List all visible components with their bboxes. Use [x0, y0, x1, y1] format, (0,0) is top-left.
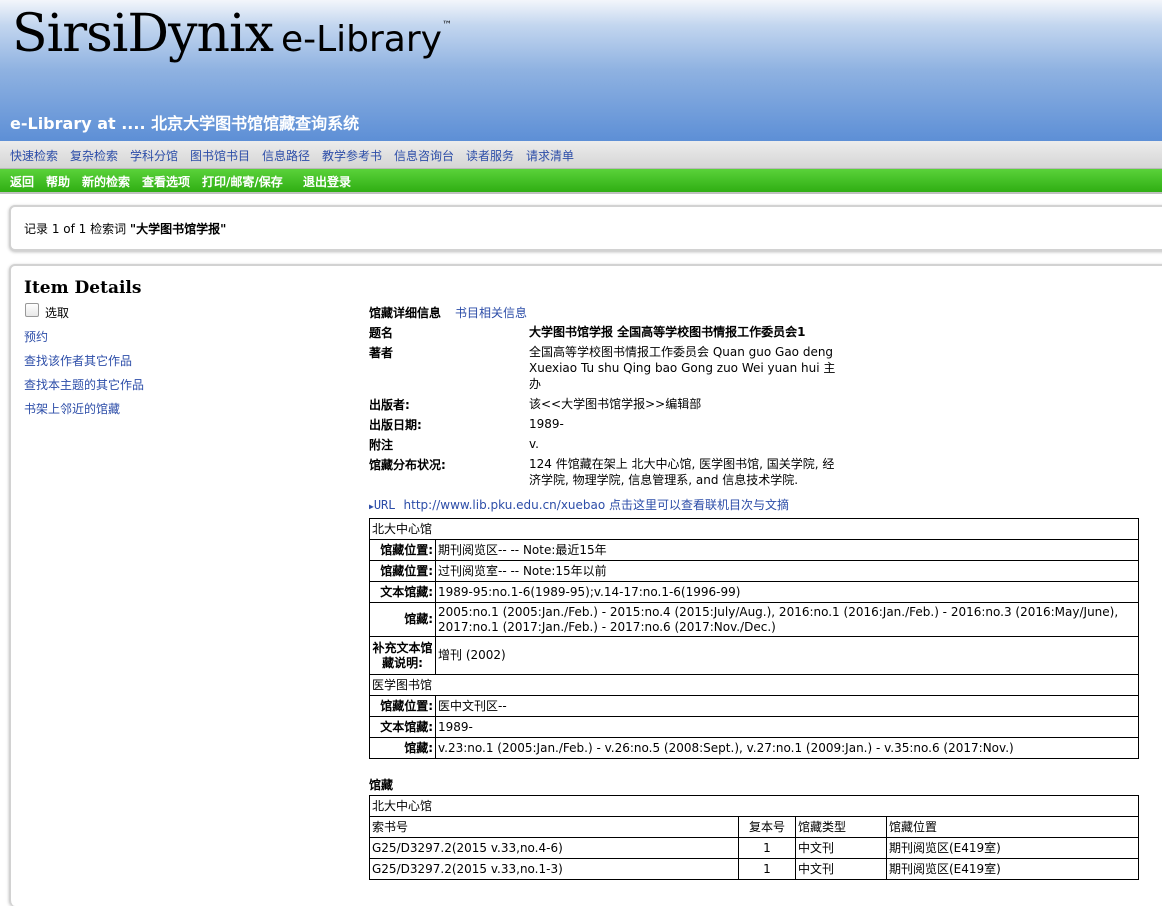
- table-row: 补充文本馆藏说明: 增刊 (2002): [369, 636, 1139, 675]
- sirsidynix-logo: SirsiDynix e-Library™: [12, 4, 452, 64]
- url-label: ▶URL: [369, 498, 396, 512]
- select-checkbox[interactable]: [25, 303, 39, 317]
- logout-button[interactable]: 退出登录: [303, 173, 351, 190]
- record-count-text: 记录 1 of 1 检索词 "大学图书馆学报": [24, 222, 227, 236]
- holdings-table: 北大中心馆 索书号 复本号 馆藏类型 馆藏位置 G25/D3297.2(2015…: [369, 795, 1139, 880]
- nav-quick-search[interactable]: 快速检索: [10, 147, 58, 164]
- records-panel: 记录 1 of 1 检索词 "大学图书馆学报": [9, 205, 1162, 251]
- note-value: v.: [529, 437, 539, 451]
- publisher-label: 出版者:: [369, 398, 410, 412]
- column-header: 索书号: [369, 816, 739, 838]
- table-row: 北大中心馆: [369, 518, 1139, 540]
- table-row: 馆藏位置: 医中文刊区--: [369, 695, 1139, 717]
- pub-date-value: 1989-: [529, 417, 564, 431]
- library-name-cell: 医学图书馆: [369, 674, 1139, 696]
- table-row: 北大中心馆: [369, 795, 1139, 817]
- holdings-summary-table: 北大中心馆 馆藏位置: 期刊阅览区-- -- Note:最近15年 馆藏位置: 过刊…: [369, 518, 1139, 759]
- nav-course-reserves[interactable]: 教学参考书: [322, 147, 382, 164]
- column-header: 馆藏位置: [886, 816, 1139, 838]
- holdings-heading: 馆藏: [369, 778, 394, 792]
- nav-reader-services[interactable]: 读者服务: [466, 147, 514, 164]
- table-header-row: 索书号 复本号 馆藏类型 馆藏位置: [369, 816, 1139, 838]
- site-title: e-Library at .... 北京大学图书馆馆藏查询系统: [10, 114, 360, 133]
- column-header: 复本号: [738, 816, 796, 838]
- view-options-button[interactable]: 查看选项: [142, 173, 190, 190]
- table-row: 文本馆藏: 1989-95:no.1-6(1989-95);v.14-17:no.…: [369, 581, 1139, 603]
- nav-advanced-search[interactable]: 复杂检索: [70, 147, 118, 164]
- distribution-label: 馆藏分布状况:: [369, 458, 446, 472]
- select-label: 选取: [45, 306, 70, 320]
- action-bar: 返回 帮助 新的检索 查看选项 打印/邮寄/保存 退出登录: [0, 169, 1162, 194]
- print-email-save-button[interactable]: 打印/邮寄/保存: [202, 173, 283, 190]
- publisher-value: 该<<大学图书馆学报>>编辑部: [529, 397, 702, 411]
- table-row: 馆藏: v.23:no.1 (2005:Jan./Feb.) - v.26:no.…: [369, 737, 1139, 759]
- place-hold-link[interactable]: 预约: [24, 328, 48, 345]
- table-row: 馆藏位置: 期刊阅览区-- -- Note:最近15年: [369, 539, 1139, 561]
- library-name-cell: 北大中心馆: [369, 795, 1139, 817]
- author-value: 全国高等学校图书情报工作委员会 Quan guo Gao deng Xuexia…: [529, 345, 836, 391]
- nav-bar: 快速检索 复杂检索 学科分馆 图书馆书目 信息路径 教学参考书 信息咨询台 读者…: [0, 141, 1162, 169]
- note-label: 附注: [369, 438, 394, 452]
- table-row: G25/D3297.2(2015 v.33,no.1-3) 1 中文刊 期刊阅览…: [369, 858, 1139, 880]
- nav-info-desk[interactable]: 信息咨询台: [394, 147, 454, 164]
- back-button[interactable]: 返回: [10, 173, 34, 190]
- new-search-button[interactable]: 新的检索: [82, 173, 130, 190]
- tab-bib-info[interactable]: 书目相关信息: [455, 304, 527, 321]
- pub-date-label: 出版日期:: [369, 418, 422, 432]
- column-header: 馆藏类型: [795, 816, 887, 838]
- library-name-cell: 北大中心馆: [369, 518, 1139, 540]
- help-button[interactable]: 帮助: [46, 173, 70, 190]
- item-details-heading: Item Details: [24, 278, 142, 298]
- search-term: "大学图书馆学报": [129, 222, 227, 236]
- url-link[interactable]: http://www.lib.pku.edu.cn/xuebao 点击这里可以查…: [404, 498, 790, 512]
- table-row: G25/D3297.2(2015 v.33,no.4-6) 1 中文刊 期刊阅览…: [369, 837, 1139, 859]
- nav-request-list[interactable]: 请求清单: [526, 147, 574, 164]
- distribution-value: 124 件馆藏在架上 北大中心馆, 医学图书馆, 国关学院, 经 济学院, 物理…: [529, 457, 835, 487]
- shelf-browse-link[interactable]: 书架上邻近的馆藏: [24, 400, 120, 417]
- url-line: ▶URL http://www.lib.pku.edu.cn/xuebao 点击这…: [369, 496, 789, 513]
- table-row: 文本馆藏: 1989-: [369, 716, 1139, 738]
- title-label: 题名: [369, 326, 394, 340]
- table-row: 馆藏: 2005:no.1 (2005:Jan./Feb.) - 2015:no.…: [369, 602, 1139, 637]
- header-banner: SirsiDynix e-Library™ e-Library at .... 北…: [0, 0, 1162, 141]
- title-value: 大学图书馆学报 全国高等学校图书情报工作委员会1: [529, 325, 806, 339]
- subject-other-works-link[interactable]: 查找本主题的其它作品: [24, 376, 144, 393]
- author-label: 著者: [369, 346, 394, 360]
- nav-subject-branches[interactable]: 学科分馆: [130, 147, 178, 164]
- nav-library-catalog[interactable]: 图书馆书目: [190, 147, 250, 164]
- table-row: 馆藏位置: 过刊阅览室-- -- Note:15年以前: [369, 560, 1139, 582]
- author-other-works-link[interactable]: 查找该作者其它作品: [24, 352, 132, 369]
- nav-info-paths[interactable]: 信息路径: [262, 147, 310, 164]
- tab-holdings-details[interactable]: 馆藏详细信息: [369, 304, 441, 321]
- table-row: 医学图书馆: [369, 674, 1139, 696]
